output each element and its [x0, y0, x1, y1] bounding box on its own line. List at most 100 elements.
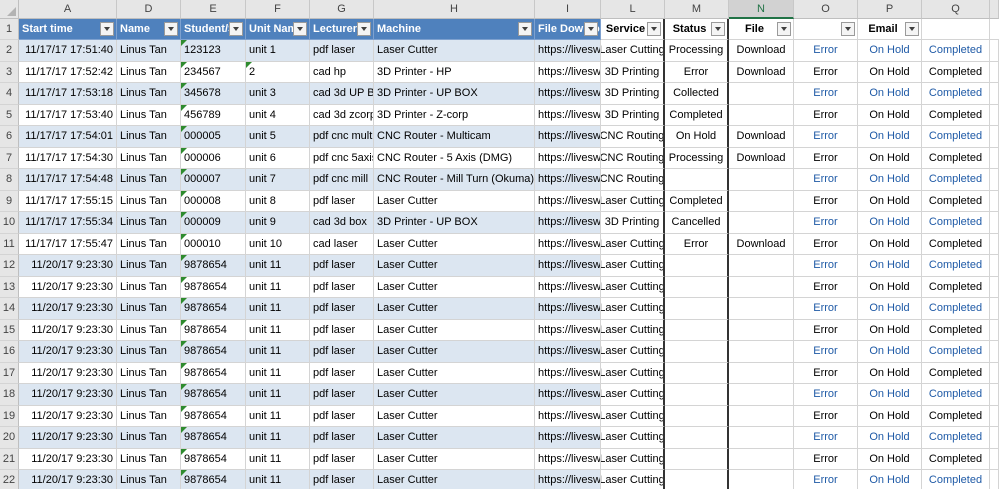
table-cell[interactable]: Laser Cutting — [601, 362, 665, 384]
column-header-e[interactable]: E — [181, 0, 246, 19]
row-header-20[interactable]: 20 — [0, 427, 19, 449]
table-cell[interactable]: Linus Tan — [117, 405, 181, 427]
table-cell[interactable]: Linus Tan — [117, 341, 181, 363]
table-cell[interactable]: https://livesw — [535, 319, 601, 341]
table-cell[interactable] — [990, 169, 999, 191]
table-cell[interactable]: 9878654 — [181, 255, 246, 277]
table-cell[interactable] — [990, 126, 999, 148]
table-cell[interactable]: pdf laser — [310, 470, 374, 489]
table-header-cell[interactable]: Unit Name — [246, 19, 310, 40]
table-cell[interactable]: Error — [794, 255, 858, 277]
table-header-cell[interactable]: File Downlo — [535, 19, 601, 40]
table-cell[interactable]: 9878654 — [181, 384, 246, 406]
table-cell[interactable]: cad 3d UP Box — [310, 83, 374, 105]
table-cell[interactable]: On Hold — [858, 126, 922, 148]
filter-dropdown-button[interactable] — [518, 22, 532, 36]
table-cell[interactable]: Completed — [922, 319, 990, 341]
table-cell[interactable]: On Hold — [858, 427, 922, 449]
table-cell[interactable]: CNC Routing — [601, 169, 665, 191]
table-cell[interactable]: 11/17/17 17:55:47 — [19, 233, 117, 255]
table-cell[interactable]: On Hold — [858, 276, 922, 298]
table-cell[interactable]: Download — [729, 40, 794, 62]
table-cell[interactable]: Completed — [665, 190, 729, 212]
table-cell[interactable] — [665, 427, 729, 449]
column-header-o[interactable]: O — [794, 0, 858, 19]
table-cell[interactable]: Linus Tan — [117, 169, 181, 191]
table-cell[interactable] — [990, 83, 999, 105]
table-cell[interactable]: Error — [794, 83, 858, 105]
table-cell[interactable]: https://livesw — [535, 169, 601, 191]
table-cell[interactable]: On Hold — [858, 298, 922, 320]
row-header-13[interactable]: 13 — [0, 276, 19, 298]
table-cell[interactable]: Laser Cutter — [374, 470, 535, 489]
table-cell[interactable]: Error — [794, 276, 858, 298]
table-cell[interactable]: 11/20/17 9:23:30 — [19, 341, 117, 363]
column-header-h[interactable]: H — [374, 0, 535, 19]
table-cell[interactable]: unit 10 — [246, 233, 310, 255]
table-cell[interactable]: 3D Printer - UP BOX — [374, 83, 535, 105]
table-cell[interactable] — [990, 298, 999, 320]
table-cell[interactable]: Laser Cutter — [374, 448, 535, 470]
table-cell[interactable]: Laser Cutting — [601, 233, 665, 255]
table-cell[interactable]: unit 11 — [246, 362, 310, 384]
column-header-m[interactable]: M — [665, 0, 729, 19]
table-cell[interactable]: 000010 — [181, 233, 246, 255]
table-cell[interactable] — [990, 362, 999, 384]
table-cell[interactable]: Laser Cutter — [374, 341, 535, 363]
table-cell[interactable]: Completed — [922, 190, 990, 212]
table-cell[interactable]: 11/17/17 17:54:01 — [19, 126, 117, 148]
table-cell[interactable]: Error — [794, 40, 858, 62]
table-cell[interactable]: 11/20/17 9:23:30 — [19, 448, 117, 470]
table-cell[interactable]: Laser Cutting — [601, 255, 665, 277]
table-cell[interactable] — [729, 470, 794, 489]
table-cell[interactable]: cad 3d box — [310, 212, 374, 234]
table-cell[interactable]: Laser Cutting — [601, 405, 665, 427]
table-cell[interactable] — [729, 255, 794, 277]
table-cell[interactable]: 9878654 — [181, 427, 246, 449]
row-header-11[interactable]: 11 — [0, 233, 19, 255]
row-header-17[interactable]: 17 — [0, 362, 19, 384]
table-cell[interactable] — [729, 104, 794, 126]
table-cell[interactable]: pdf laser — [310, 255, 374, 277]
table-cell[interactable]: Completed — [922, 470, 990, 489]
table-cell[interactable] — [990, 255, 999, 277]
table-cell[interactable]: pdf laser — [310, 190, 374, 212]
row-header-16[interactable]: 16 — [0, 341, 19, 363]
table-cell[interactable]: Error — [665, 233, 729, 255]
table-cell[interactable]: unit 5 — [246, 126, 310, 148]
table-cell[interactable]: 9878654 — [181, 405, 246, 427]
table-cell[interactable]: Completed — [922, 405, 990, 427]
table-cell[interactable]: Linus Tan — [117, 83, 181, 105]
table-header-cell[interactable]: File — [729, 19, 794, 40]
table-cell[interactable]: Laser Cutting — [601, 470, 665, 489]
table-cell[interactable]: unit 11 — [246, 341, 310, 363]
table-cell[interactable]: Laser Cutting — [601, 341, 665, 363]
table-cell[interactable]: On Hold — [858, 405, 922, 427]
filter-dropdown-button[interactable] — [357, 22, 371, 36]
table-cell[interactable]: Completed — [665, 104, 729, 126]
table-cell[interactable] — [729, 384, 794, 406]
table-cell[interactable] — [665, 276, 729, 298]
column-header-f[interactable]: F — [246, 0, 310, 19]
table-cell[interactable] — [729, 319, 794, 341]
table-cell[interactable]: On Hold — [858, 40, 922, 62]
table-cell[interactable]: Laser Cutting — [601, 298, 665, 320]
table-cell[interactable]: 11/20/17 9:23:30 — [19, 405, 117, 427]
row-header-8[interactable]: 8 — [0, 169, 19, 191]
table-cell[interactable]: 11/17/17 17:54:48 — [19, 169, 117, 191]
table-cell[interactable]: Completed — [922, 341, 990, 363]
table-cell[interactable]: Linus Tan — [117, 255, 181, 277]
table-cell[interactable] — [990, 470, 999, 489]
table-cell[interactable] — [665, 298, 729, 320]
table-cell[interactable]: On Hold — [858, 362, 922, 384]
row-header-2[interactable]: 2 — [0, 40, 19, 62]
table-cell[interactable]: 123123 — [181, 40, 246, 62]
table-cell[interactable] — [665, 470, 729, 489]
table-cell[interactable] — [990, 448, 999, 470]
table-cell[interactable]: Linus Tan — [117, 233, 181, 255]
table-cell[interactable]: 9878654 — [181, 448, 246, 470]
table-cell[interactable] — [665, 319, 729, 341]
column-header-n[interactable]: N — [729, 0, 794, 19]
table-cell[interactable]: 11/17/17 17:53:18 — [19, 83, 117, 105]
table-cell[interactable]: Completed — [922, 147, 990, 169]
